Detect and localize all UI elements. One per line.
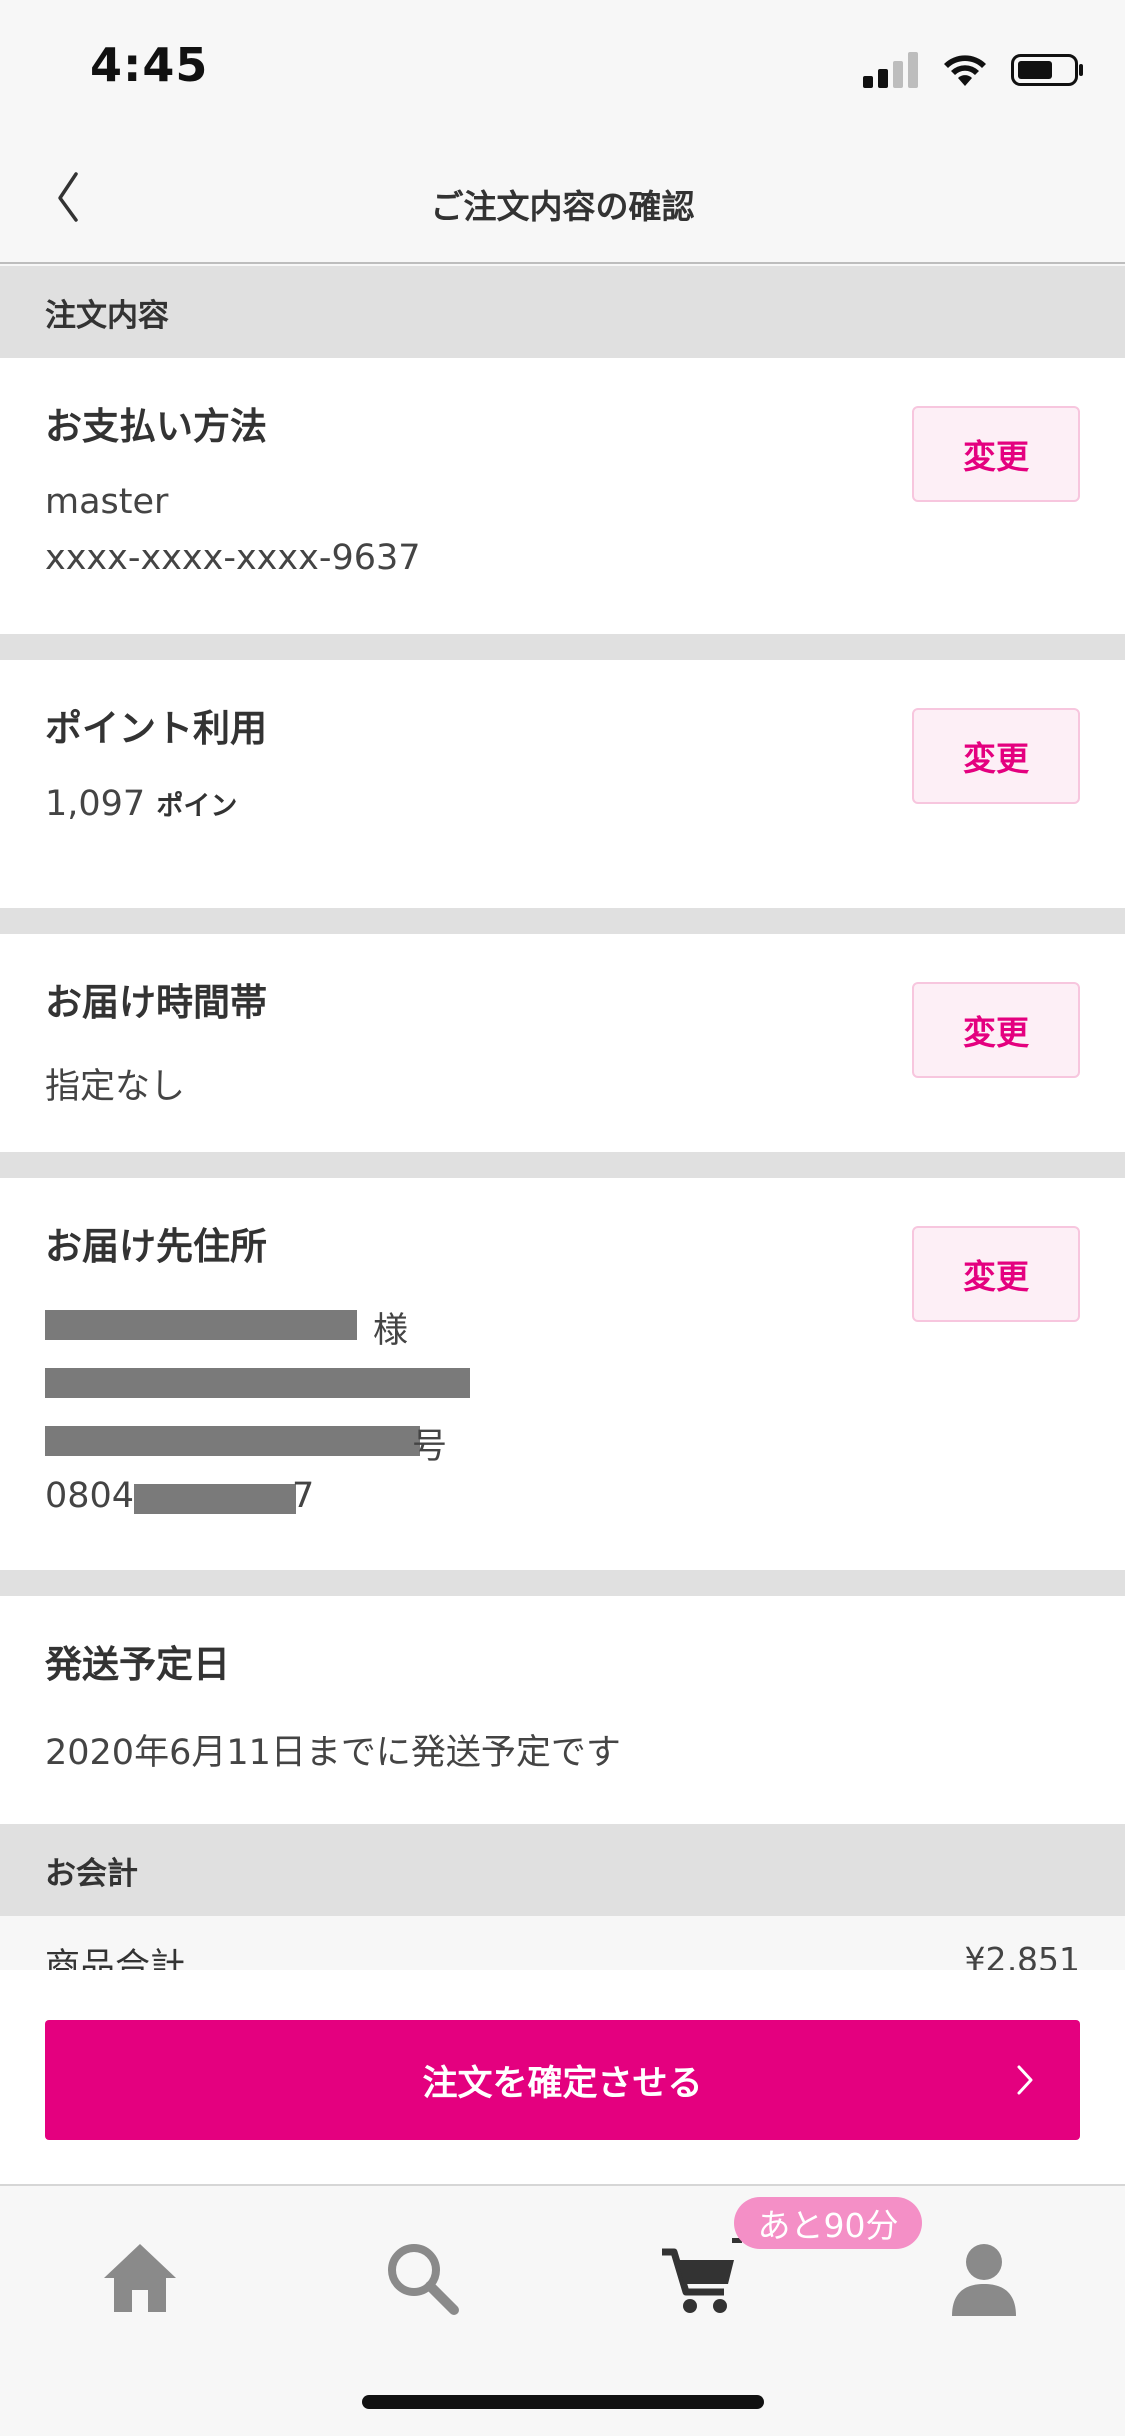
home-icon (104, 2244, 176, 2312)
divider (0, 908, 1125, 934)
address-line-suffix: 号 (412, 1427, 448, 1467)
points-change-button[interactable]: 変更 (912, 708, 1080, 804)
shipping-card: 発送予定日 2020年6月11日までに発送予定です (0, 1596, 1125, 1824)
points-title: ポイント利用 (45, 707, 267, 750)
search-icon (388, 2244, 459, 2315)
address-change-button[interactable]: 変更 (912, 1226, 1080, 1322)
tab-account[interactable] (934, 2228, 1034, 2328)
divider (0, 634, 1125, 660)
section-header-order: 注文内容 (0, 266, 1125, 358)
points-unit: ポイン (156, 791, 238, 822)
delivery-time-card: お届け時間帯 指定なし 変更 (0, 934, 1125, 1152)
cart-time-badge: あと90分 (734, 2197, 922, 2249)
status-time: 4:45 (90, 38, 209, 92)
points-value: 1,097 (45, 784, 146, 824)
confirm-order-button[interactable]: 注文を確定させる (45, 2020, 1080, 2140)
confirm-order-label: 注文を確定させる (422, 2063, 703, 2104)
confirm-area: 注文を確定させる (0, 1970, 1125, 2186)
redacted-name (45, 1310, 357, 1340)
subtotal-label: 商品合計 (45, 1947, 186, 1970)
address-name-suffix: 様 (373, 1311, 409, 1351)
subtotal-value: ¥2,851 (964, 1940, 1080, 1970)
user-icon (952, 2244, 1016, 2316)
wifi-icon (944, 55, 986, 86)
delivery-time-change-button[interactable]: 変更 (912, 982, 1080, 1078)
cart-icon (662, 2238, 742, 2313)
phone-prefix: 0804 (45, 1476, 135, 1516)
redacted-address-line-1 (45, 1368, 470, 1398)
address-card: お届け先住所 様 号 0804 7 変更 (0, 1178, 1125, 1570)
address-title: お届け先住所 (45, 1225, 267, 1268)
delivery-time-value: 指定なし (45, 1067, 186, 1107)
tab-search[interactable] (372, 2228, 472, 2328)
shipping-title: 発送予定日 (45, 1643, 230, 1686)
status-icons (863, 50, 1085, 90)
status-bar: 4:45 (0, 0, 1125, 132)
payment-card-number: xxxx-xxxx-xxxx-9637 (45, 538, 421, 578)
battery-icon (1011, 54, 1083, 86)
section-header-totals: お会計 (0, 1824, 1125, 1916)
redacted-address-line-2 (45, 1426, 420, 1456)
cellular-signal-icon (863, 52, 918, 88)
payment-change-button[interactable]: 変更 (912, 406, 1080, 502)
home-indicator (362, 2395, 764, 2409)
redacted-phone (134, 1484, 296, 1514)
payment-card: お支払い方法 master xxxx-xxxx-xxxx-9637 変更 (0, 358, 1125, 634)
points-card: ポイント利用 1,097 ポイン 変更 (0, 660, 1125, 908)
chevron-right-icon (1017, 2065, 1033, 2095)
subtotal-row: 商品合計 ¥2,851 (0, 1916, 1125, 1970)
divider (0, 1570, 1125, 1596)
shipping-date: 2020年6月11日までに発送予定です (45, 1733, 621, 1773)
navigation-bar: ご注文内容の確認 (0, 132, 1125, 264)
page-title: ご注文内容の確認 (430, 187, 695, 226)
delivery-time-title: お届け時間帯 (45, 981, 267, 1024)
tab-cart[interactable] (650, 2228, 750, 2328)
payment-brand: master (45, 482, 169, 522)
payment-title: お支払い方法 (45, 405, 267, 448)
tab-home[interactable] (90, 2228, 190, 2328)
divider (0, 1152, 1125, 1178)
order-content[interactable]: 注文内容 お支払い方法 master xxxx-xxxx-xxxx-9637 変… (0, 266, 1125, 1970)
phone-suffix: 7 (292, 1476, 315, 1516)
points-value-line: 1,097 ポイン (45, 784, 237, 824)
